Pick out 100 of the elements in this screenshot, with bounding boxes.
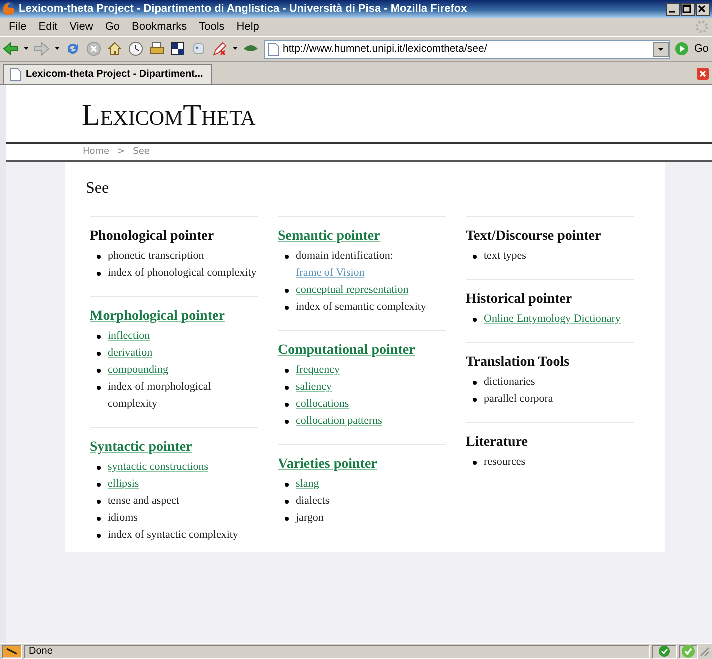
- bullet-icon: [97, 483, 101, 487]
- list-item-text: idioms: [108, 512, 138, 524]
- list-item-text: index of morphological complexity: [108, 381, 212, 410]
- bullet-icon: [97, 534, 101, 538]
- address-field[interactable]: http://www.humnet.unipi.it/lexicomtheta/see/: [264, 40, 670, 58]
- page-icon: [268, 42, 279, 56]
- status-text: Done: [29, 646, 53, 657]
- bullet-icon: [97, 500, 101, 504]
- bullet-icon: [285, 500, 289, 504]
- back-arrow-icon[interactable]: [3, 42, 19, 56]
- list-item-link[interactable]: collocations: [296, 398, 350, 410]
- bullet-icon: [285, 306, 289, 310]
- section-heading: Text/Discourse pointer: [466, 229, 602, 245]
- go-button[interactable]: Go: [694, 43, 709, 55]
- list-item-link[interactable]: saliency: [296, 381, 332, 393]
- window-title: Lexicom-theta Project - Dipartimento di Anglistica - Università di Pisa - Mozilla Firefox: [19, 3, 468, 15]
- site-logo[interactable]: LexicomTheta: [82, 98, 256, 132]
- check-icon: [659, 646, 670, 657]
- list-item-link[interactable]: conceptual representation: [296, 284, 409, 296]
- browser-tab[interactable]: Lexicom-theta Project - Dipartiment...: [3, 64, 212, 84]
- section-heading-link[interactable]: Varieties pointer: [278, 457, 378, 473]
- list-item-text: parallel corpora: [484, 393, 554, 405]
- list-item-text: jargon: [296, 512, 324, 524]
- list-item-text: index of semantic complexity: [296, 301, 426, 313]
- menu-item[interactable]: Bookmarks: [126, 21, 194, 33]
- list-item-text: text types: [484, 250, 526, 262]
- resize-grip-icon[interactable]: [700, 646, 710, 656]
- menu-item[interactable]: View: [64, 21, 100, 33]
- reload-icon[interactable]: [65, 41, 81, 57]
- page-icon: [10, 68, 21, 81]
- bullet-icon: [285, 517, 289, 521]
- inline-link[interactable]: frame of Vision: [296, 265, 365, 282]
- bullet-icon: [285, 420, 289, 424]
- list-item-link[interactable]: slang: [296, 478, 320, 490]
- section-heading: Translation Tools: [466, 355, 570, 371]
- bullet-icon: [285, 289, 289, 293]
- list-item-link[interactable]: derivation: [108, 347, 153, 359]
- section-heading-link[interactable]: Morphological pointer: [90, 309, 225, 325]
- caret-icon[interactable]: [55, 47, 60, 51]
- bullet-icon: [285, 403, 289, 407]
- list-item-text: dictionaries: [484, 376, 536, 388]
- menu-item[interactable]: Help: [230, 21, 266, 33]
- bullet-icon: [97, 255, 101, 259]
- breadcrumb-item[interactable]: Home: [83, 147, 110, 157]
- list-item-text: phonetic transcription: [108, 250, 204, 262]
- list-item-link[interactable]: syntactic constructions: [108, 461, 209, 473]
- bullet-icon: [285, 483, 289, 487]
- bullet-icon: [97, 466, 101, 470]
- minimize-button[interactable]: [666, 2, 680, 16]
- bullet-icon: [97, 272, 101, 276]
- bullet-icon: [97, 517, 101, 521]
- menu-item[interactable]: Go: [99, 21, 126, 33]
- list-item-text: index of phonological complexity: [108, 267, 257, 279]
- bullet-icon: [473, 255, 477, 259]
- bullet-icon: [473, 398, 477, 402]
- list-item-text: domain identification:: [296, 250, 394, 262]
- firefox-icon: [2, 2, 16, 16]
- menu-item[interactable]: Edit: [32, 21, 64, 33]
- clock-icon[interactable]: [128, 41, 144, 57]
- bullet-icon: [473, 318, 477, 322]
- home-icon[interactable]: [107, 41, 123, 57]
- list-item-text: index of syntactic complexity: [108, 529, 238, 541]
- bullet-icon: [97, 369, 101, 373]
- list-item-text: resources: [484, 456, 526, 468]
- bullet-icon: [473, 461, 477, 465]
- bullet-icon: [97, 386, 101, 390]
- list-item-link[interactable]: Online Entymology Dictionary: [484, 313, 621, 325]
- maximize-button[interactable]: [681, 2, 695, 16]
- stop-icon[interactable]: [86, 41, 102, 57]
- section-heading: Phonological pointer: [90, 229, 214, 245]
- breadcrumb-separator: >: [118, 147, 126, 157]
- menu-item[interactable]: Tools: [193, 21, 231, 33]
- list-item-link[interactable]: compounding: [108, 364, 168, 376]
- section-heading: Historical pointer: [466, 292, 572, 308]
- dropdown-button[interactable]: [653, 42, 670, 56]
- window-icon[interactable]: [170, 41, 186, 57]
- menu-item[interactable]: File: [3, 21, 33, 33]
- throbber-icon: [695, 20, 709, 34]
- list-item-link[interactable]: frequency: [296, 364, 340, 376]
- section-heading: Literature: [466, 435, 528, 451]
- close-tab-button[interactable]: [697, 68, 709, 80]
- section-heading-link[interactable]: Computational pointer: [278, 343, 416, 359]
- section-heading-link[interactable]: Semantic pointer: [278, 229, 380, 245]
- list-item-link[interactable]: inflection: [108, 330, 150, 342]
- caret-icon[interactable]: [24, 47, 29, 51]
- printer-icon[interactable]: [149, 41, 165, 57]
- close-button[interactable]: [696, 2, 710, 16]
- bullet-icon: [97, 335, 101, 339]
- bullet-icon: [473, 381, 477, 385]
- list-item-link[interactable]: ellipsis: [108, 478, 140, 490]
- list-item-link[interactable]: collocation patterns: [296, 415, 382, 427]
- breadcrumb-item: See: [133, 147, 150, 157]
- list-item-text: tense and aspect: [108, 495, 180, 507]
- page-heading: See: [86, 180, 110, 198]
- caret-icon[interactable]: [233, 47, 238, 51]
- bullet-icon: [285, 369, 289, 373]
- section-heading-link[interactable]: Syntactic pointer: [90, 440, 192, 456]
- list-item-text: dialects: [296, 495, 330, 507]
- bullet-icon: [285, 386, 289, 390]
- bullet-icon: [285, 255, 289, 259]
